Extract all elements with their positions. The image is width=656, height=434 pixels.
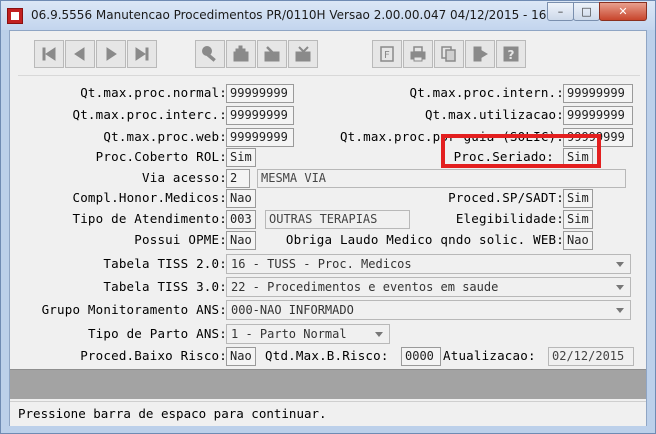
add-icon: [233, 45, 249, 62]
qt-max-proc-normal-label: Qt.max.proc.normal:: [80, 85, 227, 100]
qt-max-utilizacao-field[interactable]: 99999999: [563, 106, 633, 125]
proc-coberto-rol-label: Proc.Coberto ROL:: [95, 149, 227, 164]
filter-icon: F: [380, 46, 394, 62]
filter-button[interactable]: F: [372, 40, 402, 68]
add-record-button[interactable]: [226, 40, 256, 68]
last-record-button[interactable]: [127, 40, 157, 68]
help-button[interactable]: ?: [496, 40, 526, 68]
chevron-down-icon: [616, 308, 624, 313]
form-panel: Qt.max.proc.normal: 99999999 Qt.max.proc…: [18, 75, 640, 366]
tipo-atendimento-code-field[interactable]: 003: [226, 210, 256, 229]
edit-record-button[interactable]: [257, 40, 287, 68]
qtd-max-b-risco-field[interactable]: 0000: [401, 347, 441, 366]
tabela-tiss-20-select[interactable]: 16 - TUSS - Proc. Medicos: [226, 254, 631, 274]
client-area: F ? Qt.max.proc.normal: 99999999 Qt.max.…: [9, 30, 647, 426]
next-icon: [106, 47, 117, 61]
possui-opme-field[interactable]: Nao: [226, 231, 256, 250]
edit-icon: [264, 46, 280, 62]
close-button[interactable]: ✕: [599, 2, 647, 21]
application-window: 06.9.5556 Manutencao Procedimentos PR/01…: [0, 0, 656, 434]
previous-record-button[interactable]: [65, 40, 95, 68]
minimize-button[interactable]: –: [547, 2, 574, 21]
exit-door-icon: [473, 46, 488, 62]
obriga-laudo-field[interactable]: Nao: [563, 231, 593, 250]
chevron-down-icon: [616, 262, 624, 267]
grupo-monitoramento-label: Grupo Monitoramento ANS:: [41, 302, 227, 317]
elegibilidade-label: Elegibilidade:: [455, 211, 564, 226]
proced-baixo-risco-label: Proced.Baixo Risco:: [80, 348, 227, 363]
tabela-tiss-20-value: 16 - TUSS - Proc. Medicos: [231, 257, 412, 271]
qtd-max-b-risco-label: Qtd.Max.B.Risco:: [265, 348, 389, 363]
toolbar: F ?: [10, 31, 646, 75]
copy-button[interactable]: [434, 40, 464, 68]
tipo-parto-select[interactable]: 1 - Parto Normal: [226, 324, 390, 344]
delete-icon: [295, 46, 311, 62]
copy-icon: [441, 46, 456, 62]
highlight-annotation: [441, 134, 601, 168]
tipo-parto-label: Tipo de Parto ANS:: [87, 326, 227, 341]
proced-sp-sadt-label: Proced.SP/SADT:: [448, 190, 564, 205]
proced-baixo-risco-field[interactable]: Nao: [226, 347, 256, 366]
possui-opme-label: Possui OPME:: [134, 232, 227, 247]
button-bar: [10, 369, 646, 399]
atualizacao-label: Atualizacao:: [443, 348, 536, 363]
tipo-atendimento-label: Tipo de Atendimento:: [72, 211, 227, 226]
compl-honor-medicos-label: Compl.Honor.Medicos:: [72, 190, 227, 205]
tabela-tiss-30-value: 22 - Procedimentos e eventos em saude: [231, 280, 499, 294]
qt-max-proc-interc-label: Qt.max.proc.interc.:: [72, 107, 227, 122]
proced-sp-sadt-field[interactable]: Sim: [563, 189, 593, 208]
qt-max-proc-intern-field[interactable]: 99999999: [563, 84, 633, 103]
previous-icon: [74, 47, 85, 61]
atualizacao-field: 02/12/2015: [548, 347, 634, 366]
elegibilidade-field[interactable]: Sim: [563, 210, 593, 229]
qt-max-proc-normal-field[interactable]: 99999999: [226, 84, 294, 103]
tabela-tiss-20-label: Tabela TISS 2.0:: [103, 256, 227, 271]
first-record-button[interactable]: [34, 40, 64, 68]
tipo-atendimento-description: OUTRAS TERAPIAS: [265, 210, 410, 229]
qt-max-proc-interc-field[interactable]: 99999999: [226, 106, 294, 125]
via-acesso-label: Via acesso:: [142, 170, 227, 185]
print-button[interactable]: [403, 40, 433, 68]
tipo-parto-value: 1 - Parto Normal: [231, 327, 347, 341]
tabela-tiss-30-select[interactable]: 22 - Procedimentos e eventos em saude: [226, 277, 631, 297]
exit-button[interactable]: [465, 40, 495, 68]
first-icon: [42, 47, 56, 61]
svg-text:F: F: [384, 50, 390, 61]
qt-max-proc-intern-label: Qt.max.proc.intern.:: [409, 85, 564, 100]
window-title: 06.9.5556 Manutencao Procedimentos PR/01…: [31, 8, 566, 22]
svg-text:?: ?: [508, 48, 515, 62]
search-button[interactable]: [195, 40, 225, 68]
next-record-button[interactable]: [96, 40, 126, 68]
last-icon: [135, 47, 149, 61]
tabela-tiss-30-label: Tabela TISS 3.0:: [103, 279, 227, 294]
key-search-icon: [202, 46, 216, 62]
via-acesso-description: MESMA VIA: [257, 169, 626, 188]
qt-max-utilizacao-label: Qt.max.utilizacao:: [424, 107, 564, 122]
via-acesso-code-field[interactable]: 2: [226, 169, 250, 188]
qt-max-proc-web-label: Qt.max.proc.web:: [103, 129, 227, 144]
chevron-down-icon: [375, 332, 383, 337]
status-bar: Pressione barra de espaco para continuar…: [10, 401, 646, 426]
delete-record-button[interactable]: [288, 40, 318, 68]
maximize-button[interactable]: □: [573, 2, 600, 21]
qt-max-proc-web-field[interactable]: 99999999: [226, 128, 294, 147]
status-message: Pressione barra de espaco para continuar…: [18, 406, 327, 421]
obriga-laudo-label: Obriga Laudo Medico qndo solic. WEB:: [285, 232, 564, 247]
grupo-monitoramento-select[interactable]: 000-NAO INFORMADO: [226, 300, 631, 320]
title-bar: 06.9.5556 Manutencao Procedimentos PR/01…: [1, 1, 655, 30]
chevron-down-icon: [616, 285, 624, 290]
proc-coberto-rol-field[interactable]: Sim: [226, 148, 256, 167]
print-icon: [410, 46, 426, 62]
compl-honor-medicos-field[interactable]: Nao: [226, 189, 256, 208]
help-question-icon: ?: [503, 46, 519, 62]
grupo-monitoramento-value: 000-NAO INFORMADO: [231, 303, 354, 317]
app-icon: [7, 8, 23, 24]
